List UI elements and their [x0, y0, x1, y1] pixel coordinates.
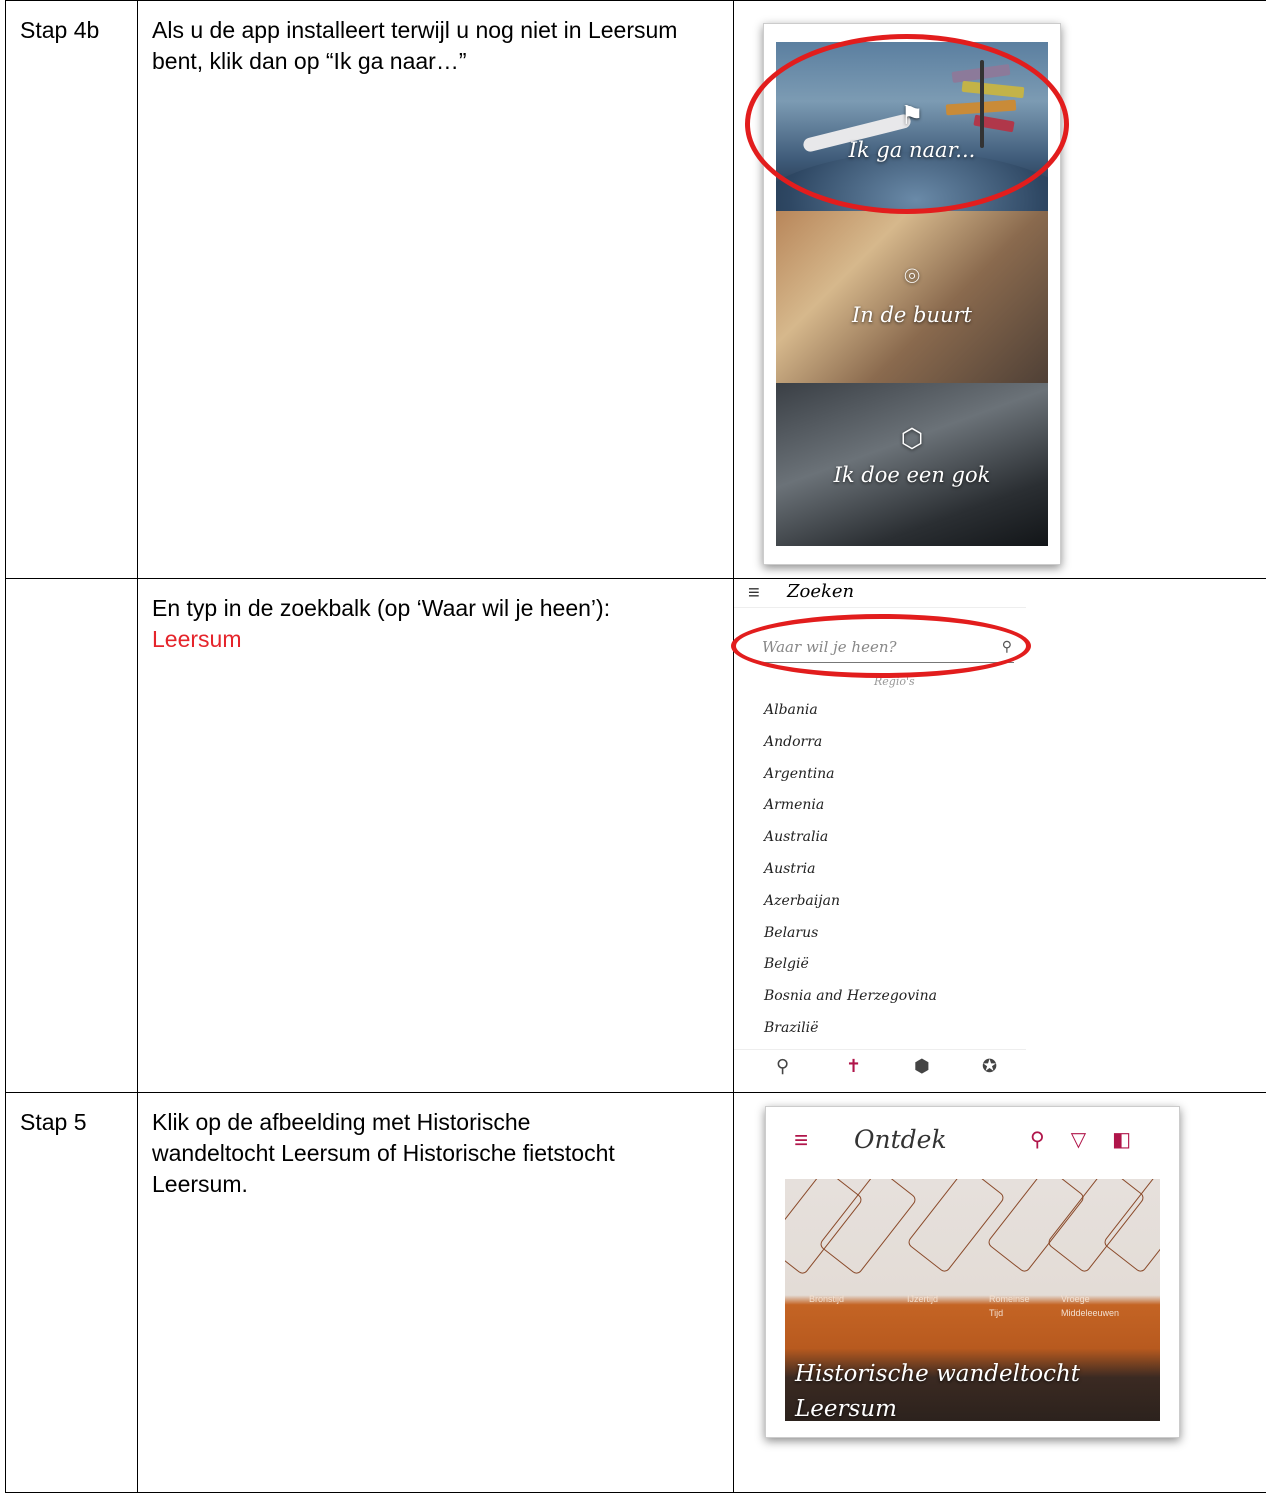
search-placeholder: Waar wil je heen? — [762, 638, 897, 656]
filter-icon[interactable]: ▽ — [1071, 1129, 1112, 1151]
instruction-text: Als u de app installeert terwijl u nog n… — [138, 1, 733, 77]
instruction-text: En typ in de zoekbalk (op ‘Waar wil je h… — [138, 579, 733, 655]
table-row: Stap 4b Als u de app installeert terwijl… — [6, 1, 1266, 579]
step-label — [6, 579, 137, 593]
step-cell: Stap 5 — [6, 1093, 138, 1493]
screen-title: Zoeken — [787, 581, 854, 602]
step-cell: Stap 4b — [6, 1, 138, 579]
section-label: Regio's — [874, 675, 915, 688]
country-list: Albania Andorra Argentina Armenia Austra… — [764, 695, 937, 1045]
panel-in-de-buurt[interactable]: ⌾ In de buurt — [776, 211, 1048, 383]
list-item[interactable]: Argentina — [764, 759, 937, 791]
step-label: Stap 4b — [6, 1, 137, 46]
top-bar: ≡ Zoeken — [734, 579, 1026, 608]
instruction-cell: En typ in de zoekbalk (op ‘Waar wil je h… — [138, 579, 734, 1093]
panel-ik-doe-een-gok[interactable]: ⬡ Ik doe een gok — [776, 383, 1048, 546]
era-label: Romeinse — [989, 1294, 1030, 1304]
screenshot-cell: ≡ Zoeken Waar wil je heen? ⚲ Regio's Alb… — [734, 579, 1266, 1093]
search-screen: ≡ Zoeken Waar wil je heen? ⚲ Regio's Alb… — [734, 579, 1026, 1091]
list-item[interactable]: Azerbaijan — [764, 886, 937, 918]
instruction-cell: Als u de app installeert terwijl u nog n… — [138, 1, 734, 579]
panel-label: Ik doe een gok — [776, 463, 1048, 487]
phone-screenshot-home: ⚑ Ik ga naar... ⌾ In de buurt ⬡ Ik doe e… — [763, 23, 1061, 565]
list-item[interactable]: Australia — [764, 822, 937, 854]
map-icon[interactable]: ◧ — [1112, 1129, 1157, 1151]
era-label: Middeleeuwen — [1061, 1308, 1119, 1318]
signpost-image — [934, 54, 1024, 144]
signpost-icon: ⚑ — [900, 100, 923, 131]
location-pin-icon[interactable]: ⚲ — [776, 1056, 789, 1077]
list-item[interactable]: Albania — [764, 695, 937, 727]
list-item[interactable]: Belarus — [764, 918, 937, 950]
panel-label: Ik ga naar... — [776, 138, 1048, 162]
tour-title: Historische wandeltocht Leersum — [795, 1357, 1080, 1421]
search-icon[interactable]: ⚲ — [1030, 1129, 1071, 1151]
search-input[interactable]: Waar wil je heen? ⚲ — [762, 638, 1014, 663]
list-item[interactable]: België — [764, 949, 937, 981]
dice-icon: ⬡ — [901, 423, 924, 454]
instruction-line: En typ in de zoekbalk (op ‘Waar wil je h… — [152, 593, 719, 624]
list-item[interactable]: Austria — [764, 854, 937, 886]
panel-ik-ga-naar[interactable]: ⚑ Ik ga naar... — [776, 42, 1048, 211]
step-label: Stap 5 — [6, 1093, 137, 1138]
era-label: Vroege — [1061, 1294, 1090, 1304]
search-icon[interactable]: ⚲ — [1002, 638, 1012, 655]
list-item[interactable]: Armenia — [764, 790, 937, 822]
top-bar: ≡ Ontdek ⚲▽◧ — [766, 1107, 1179, 1179]
screenshot-cell: ⚑ Ik ga naar... ⌾ In de buurt ⬡ Ik doe e… — [734, 1, 1266, 579]
list-item[interactable]: Bosnia and Herzegovina — [764, 981, 937, 1013]
star-icon[interactable]: ✪ — [982, 1056, 997, 1077]
table-row: Stap 5 Klik op de afbeelding met Histori… — [6, 1093, 1266, 1493]
menu-icon[interactable]: ≡ — [748, 582, 760, 605]
toolbar-icons: ⚲▽◧ — [1030, 1127, 1157, 1152]
phone-screenshot-ontdek: ≡ Ontdek ⚲▽◧ Bronstijd IJzertijd Romeins… — [765, 1106, 1180, 1438]
location-pin-icon: ⌾ — [904, 261, 920, 293]
era-label: Bronstijd — [809, 1294, 844, 1304]
list-item[interactable]: Brazilië — [764, 1013, 937, 1045]
era-label: Tijd — [989, 1308, 1003, 1318]
era-label: IJzertijd — [907, 1294, 938, 1304]
menu-icon[interactable]: ≡ — [794, 1127, 808, 1155]
screen-title: Ontdek — [854, 1125, 947, 1154]
list-item[interactable]: Andorra — [764, 727, 937, 759]
tour-image[interactable]: Bronstijd IJzertijd Romeinse Vroege Tijd… — [785, 1179, 1160, 1421]
table-row: En typ in de zoekbalk (op ‘Waar wil je h… — [6, 579, 1266, 1093]
tour-title-line: Historische wandeltocht — [795, 1357, 1080, 1392]
instruction-cell: Klik op de afbeelding met Historische wa… — [138, 1093, 734, 1493]
dice-icon[interactable]: ⬢ — [914, 1056, 930, 1077]
highlight-word: Leersum — [152, 624, 719, 655]
instruction-text: Klik op de afbeelding met Historische wa… — [138, 1093, 636, 1200]
signpost-icon[interactable]: ✝ — [846, 1056, 861, 1077]
tour-title-line: Leersum — [795, 1392, 1080, 1421]
timeline-tag — [906, 1179, 1006, 1274]
panel-label: In de buurt — [776, 303, 1048, 327]
bottom-nav: ⚲ ✝ ⬢ ✪ — [734, 1049, 1026, 1088]
step-cell — [6, 579, 138, 1093]
instruction-table: Stap 4b Als u de app installeert terwijl… — [5, 0, 1266, 1493]
screenshot-cell: ≡ Ontdek ⚲▽◧ Bronstijd IJzertijd Romeins… — [734, 1093, 1266, 1493]
